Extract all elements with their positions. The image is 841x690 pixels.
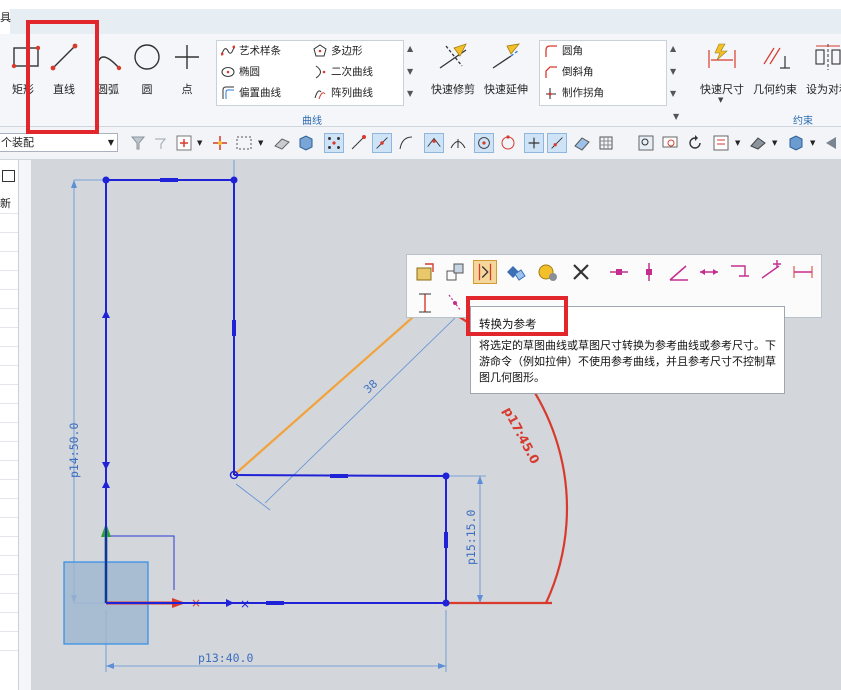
vertical-dimension-icon[interactable] — [413, 291, 437, 315]
vertical-constraint-icon[interactable] — [637, 260, 661, 284]
show-constraints-icon[interactable] — [535, 260, 559, 284]
midpoint-marker: × — [240, 597, 250, 611]
linear-dimension-icon[interactable] — [697, 260, 721, 284]
horizontal-constraint-icon[interactable] — [607, 260, 631, 284]
point-on-line-icon[interactable] — [443, 291, 467, 315]
sketch-profile[interactable] — [105, 179, 447, 604]
convert-to-reference-icon[interactable] — [473, 260, 497, 284]
angle-dimension-icon[interactable] — [667, 260, 691, 284]
sketch-vertices — [102, 176, 450, 607]
edit-sketch-icon[interactable] — [413, 260, 437, 284]
dimension-p13[interactable]: p13:40.0 — [198, 651, 253, 665]
tangent-constraint-icon[interactable] — [759, 260, 783, 284]
delete-icon[interactable] — [569, 260, 593, 284]
tooltip-description: 将选定的草图曲线或草图尺寸转换为参考曲线或参考尺寸。下游命令（例如拉伸）不使用参… — [479, 339, 776, 384]
tooltip-convert-to-reference: 转换为参考 将选定的草图曲线或草图尺寸转换为参考曲线或参考尺寸。下游命令（例如拉… — [470, 306, 785, 394]
alternate-solution-icon[interactable] — [503, 260, 527, 284]
perpendicular-dimension-icon[interactable] — [727, 260, 751, 284]
move-curve-icon[interactable] — [443, 260, 467, 284]
dimension-p17[interactable]: p17:45.0 — [500, 404, 543, 466]
tooltip-title: 转换为参考 — [479, 317, 537, 331]
constraint-glyphs — [160, 178, 448, 605]
dimension-p15[interactable]: p15:15.0 — [464, 510, 478, 565]
radial-dimension-icon[interactable] — [791, 260, 815, 284]
dimension-p14[interactable]: p14:50.0 — [67, 423, 81, 478]
